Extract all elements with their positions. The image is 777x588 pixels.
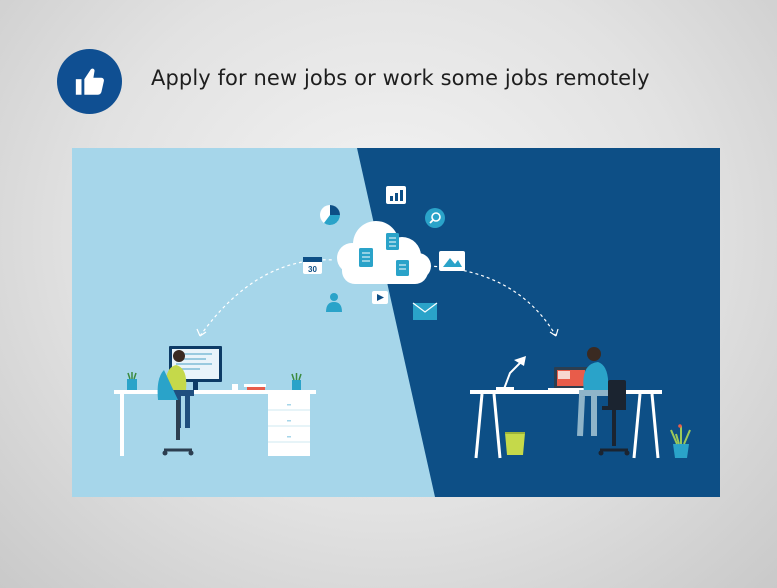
thumbs-up-badge bbox=[57, 49, 122, 114]
thumbs-up-icon bbox=[75, 68, 104, 95]
image-icon bbox=[439, 251, 465, 271]
calendar-day: 30 bbox=[308, 265, 317, 274]
slide: Apply for new jobs or work some jobs rem… bbox=[0, 0, 777, 588]
calendar-icon: 30 bbox=[303, 257, 322, 274]
slide-title: Apply for new jobs or work some jobs rem… bbox=[151, 66, 650, 90]
trash-bin-icon bbox=[505, 432, 525, 455]
video-icon bbox=[372, 291, 388, 304]
remote-work-illustration: 30 bbox=[72, 148, 720, 497]
bar-chart-icon bbox=[386, 186, 406, 204]
search-icon bbox=[425, 208, 445, 228]
pie-chart-icon bbox=[320, 205, 340, 225]
document-icon bbox=[396, 260, 409, 276]
mail-icon bbox=[412, 302, 438, 320]
